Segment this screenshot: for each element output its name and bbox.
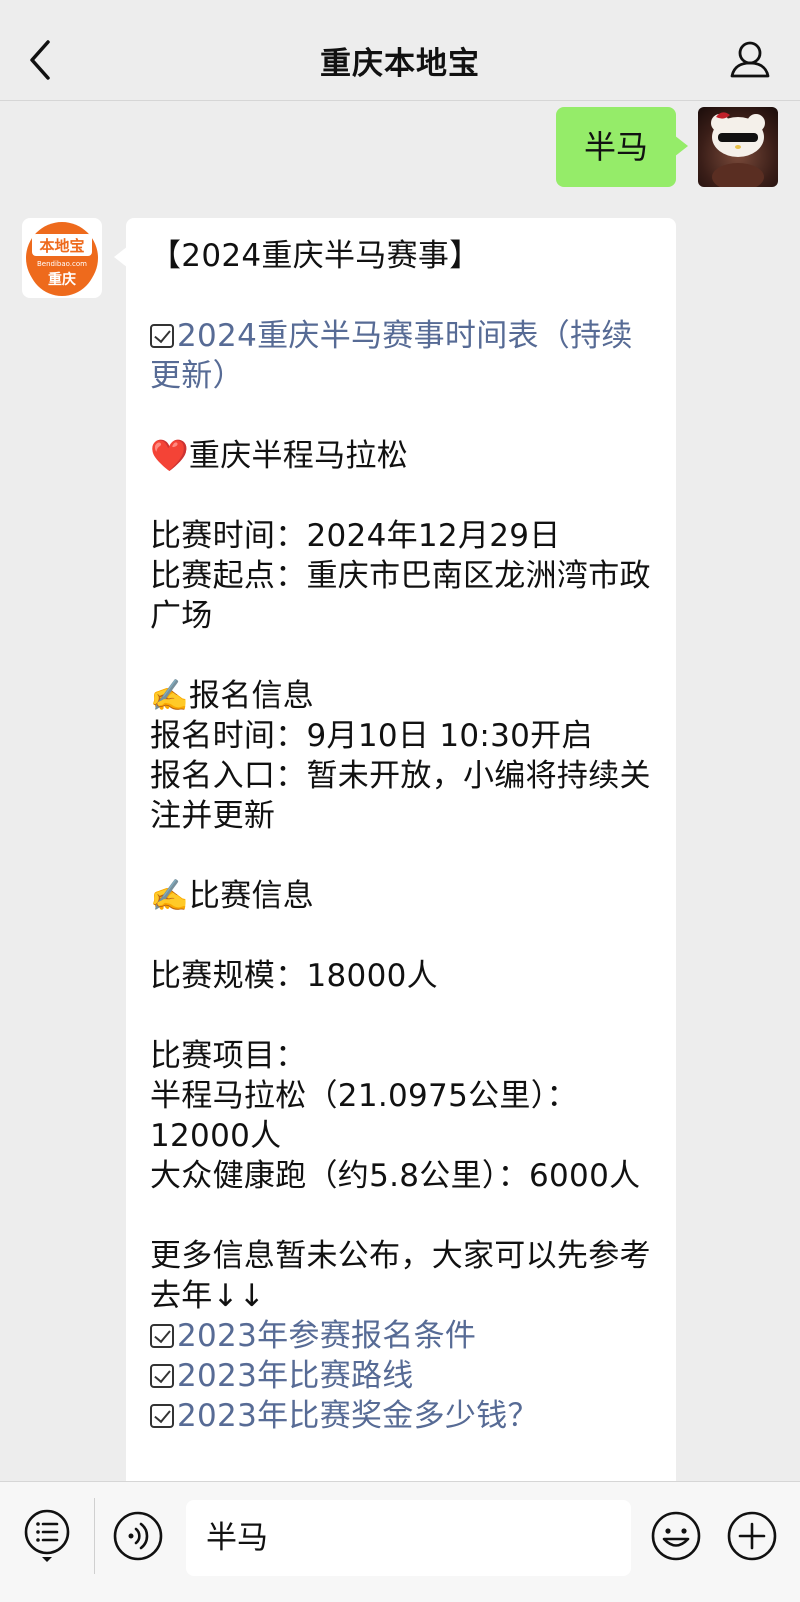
more-info-note: 更多信息暂未公布，大家可以先参考去年↓↓: [150, 1238, 651, 1314]
toolbar-divider: [94, 1498, 95, 1574]
message-input[interactable]: 半马: [186, 1500, 631, 1576]
checkbox-icon: [150, 1404, 174, 1428]
prize-2023-link[interactable]: 2023年比赛奖金多少钱？: [150, 1396, 654, 1436]
race-start: 比赛起点：重庆市巴南区龙洲湾市政广场: [150, 558, 651, 634]
emoji-icon: [651, 1511, 701, 1561]
logo-brand-text: 本地宝: [39, 237, 84, 255]
my-message-bubble[interactable]: 半马: [555, 107, 689, 187]
checkbox-icon: [150, 324, 174, 348]
emoji-button[interactable]: [650, 1510, 702, 1562]
voice-button[interactable]: [112, 1510, 164, 1562]
input-toolbar: 半马: [0, 1481, 800, 1602]
more-button[interactable]: [726, 1510, 778, 1562]
registration-entry: 报名入口：暂未开放，小编将持续关注并更新: [150, 758, 651, 834]
checkbox-icon: [150, 1324, 174, 1348]
route-2023-link[interactable]: 2023年比赛路线: [150, 1356, 654, 1396]
bendibao-avatar[interactable]: 本地宝 Bendibao.com 重庆: [22, 218, 102, 298]
message-heading: 【2024重庆半马赛事】: [150, 238, 481, 274]
registration-time: 报名时间：9月10日 10:30开启: [150, 718, 593, 754]
my-avatar[interactable]: [698, 107, 778, 187]
heart-icon: ❤️: [150, 438, 189, 474]
menu-button[interactable]: [22, 1508, 72, 1564]
logo-domain-text: Bendibao.com: [37, 260, 87, 268]
conditions-2023-link[interactable]: 2023年参赛报名条件: [150, 1316, 654, 1356]
race-time: 比赛时间：2024年12月29日: [150, 518, 561, 554]
writing-hand-icon: ✍️: [150, 878, 189, 914]
registration-heading: ✍️报名信息: [150, 678, 315, 714]
voice-icon: [113, 1511, 163, 1561]
profile-button[interactable]: [728, 38, 772, 82]
event-title: ❤️重庆半程马拉松: [150, 438, 409, 474]
bot-message-bubble: 【2024重庆半马赛事】 2024重庆半马赛事时间表（持续更新） ❤️重庆半程马…: [114, 218, 676, 1481]
race-scale: 比赛规模：18000人: [150, 958, 438, 994]
menu-list-icon: [24, 1509, 70, 1562]
race-info-heading: ✍️比赛信息: [150, 878, 315, 914]
writing-hand-icon: ✍️: [150, 678, 189, 714]
fun-run-item: 大众健康跑（约5.8公里）：6000人: [150, 1158, 641, 1194]
schedule-link[interactable]: 2024重庆半马赛事时间表（持续更新）: [150, 316, 654, 396]
plus-icon: [727, 1511, 777, 1561]
logo-city-text: 重庆: [48, 271, 76, 288]
checkbox-icon: [150, 1364, 174, 1388]
nav-header: 重庆本地宝: [0, 0, 800, 101]
race-events-heading: 比赛项目：: [150, 1038, 307, 1074]
chat-area[interactable]: 半马 本地宝 Bendibao.com 重庆 【2024重庆半马赛事】 2024…: [0, 101, 800, 1481]
half-marathon-item: 半程马拉松（21.0975公里）：12000人: [150, 1078, 578, 1154]
profile-icon: [730, 41, 770, 78]
page-title: 重庆本地宝: [320, 46, 480, 82]
